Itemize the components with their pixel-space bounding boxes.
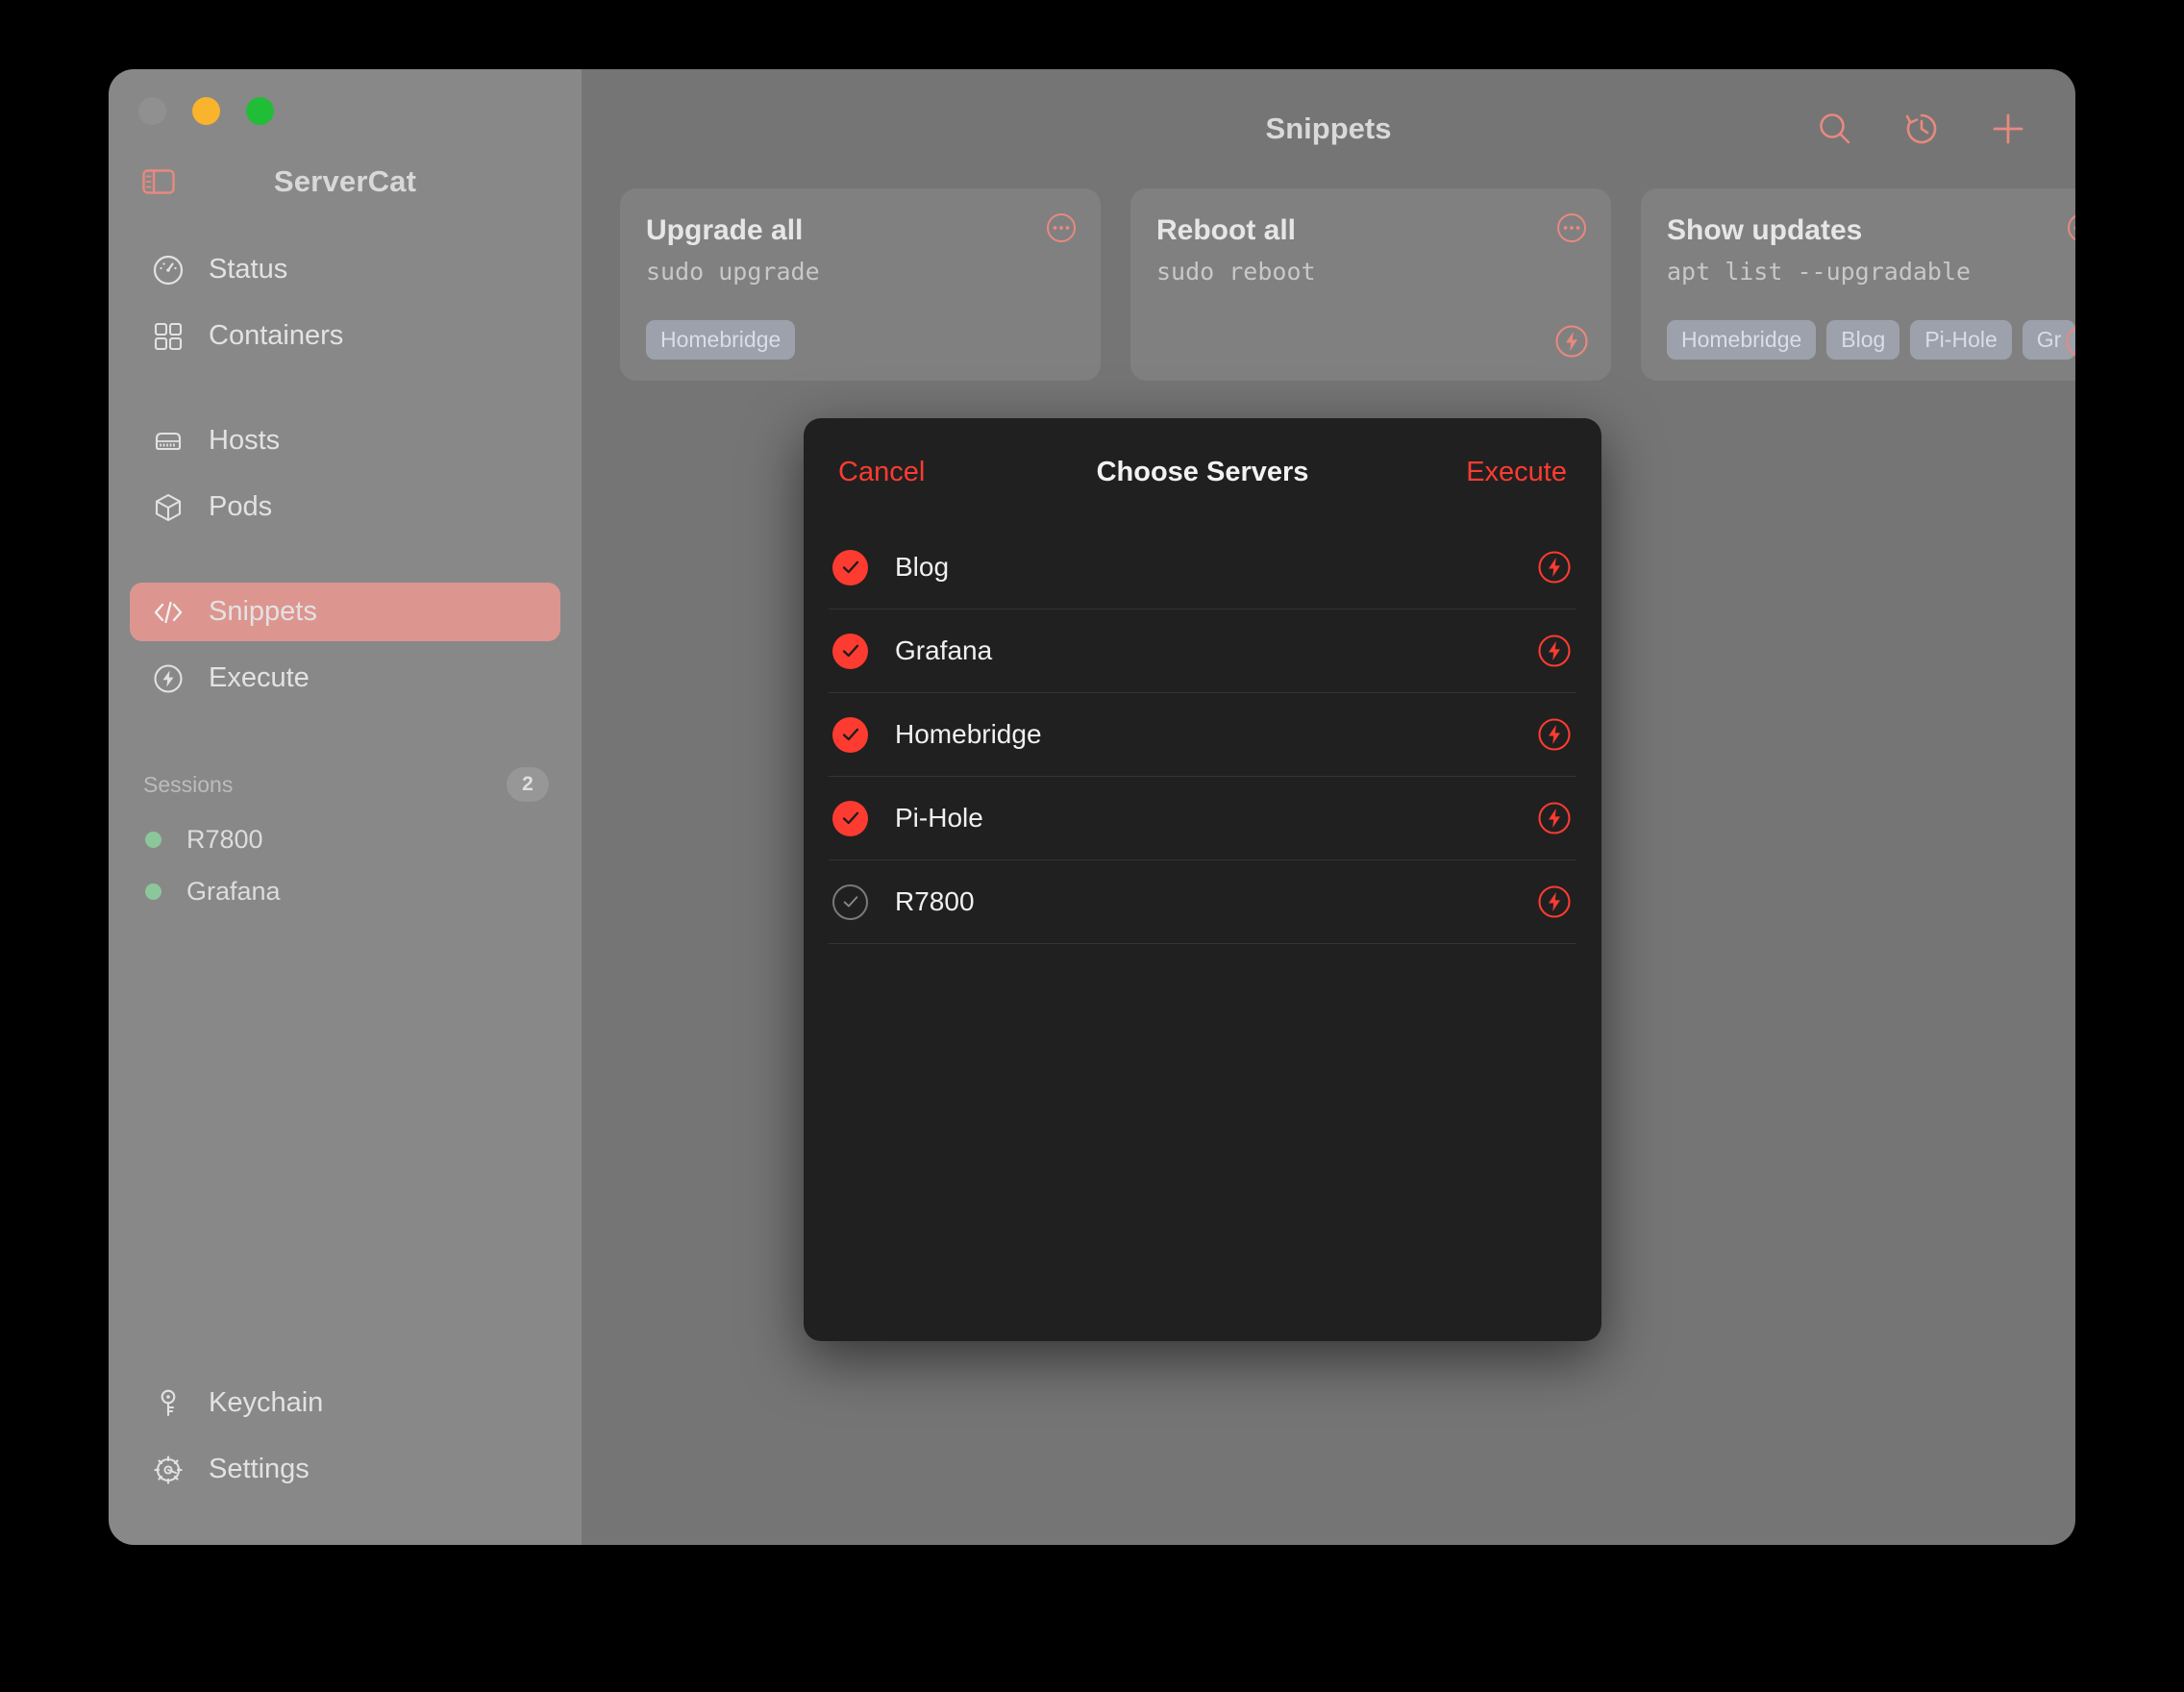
server-row[interactable]: R7800 bbox=[829, 860, 1576, 944]
bolt-circle-icon bbox=[151, 661, 186, 696]
snippet-command: apt list --upgradable bbox=[1667, 258, 1972, 286]
server-run-bolt-icon[interactable] bbox=[1536, 549, 1573, 585]
snippet-title: Reboot all bbox=[1156, 214, 1297, 246]
window-traffic-lights bbox=[109, 69, 582, 125]
checkbox-checked-icon[interactable] bbox=[832, 633, 868, 669]
choose-servers-dialog: Cancel Choose Servers Execute Blog Grafa… bbox=[804, 418, 1601, 1341]
server-run-bolt-icon[interactable] bbox=[1536, 716, 1573, 753]
plus-icon[interactable] bbox=[1987, 108, 2029, 150]
server-name: Pi-Hole bbox=[895, 803, 983, 833]
session-status-dot bbox=[145, 883, 161, 900]
snippet-tags: Homebridge Blog Pi-Hole Gr bbox=[1667, 320, 2075, 360]
app-window: ServerCat Status Containers Hosts Pods S… bbox=[109, 69, 2075, 1545]
snippet-title: Upgrade all bbox=[646, 214, 804, 246]
sidebar-nav: Status Containers Hosts Pods Snippets Ex… bbox=[109, 217, 582, 715]
close-window-button[interactable] bbox=[138, 97, 166, 125]
gear-icon bbox=[151, 1453, 186, 1487]
server-row[interactable]: Blog bbox=[829, 526, 1576, 610]
snippet-tag[interactable]: Blog bbox=[1826, 320, 1900, 360]
sidebar-item-snippets[interactable]: Snippets bbox=[130, 583, 560, 641]
minimize-window-button[interactable] bbox=[192, 97, 220, 125]
snippet-run-bolt-icon[interactable] bbox=[1553, 323, 1590, 360]
sidebar-item-label: Snippets bbox=[209, 596, 317, 627]
checkbox-checked-icon[interactable] bbox=[832, 549, 868, 585]
session-name: R7800 bbox=[186, 824, 263, 854]
app-title: ServerCat bbox=[273, 164, 417, 198]
snippet-card[interactable]: Show updates apt list --upgradable Homeb… bbox=[1641, 188, 2075, 381]
history-clock-icon[interactable] bbox=[1900, 108, 1943, 150]
sidebar-footer-nav: Keychain Settings bbox=[109, 1374, 582, 1545]
sidebar-item-label: Settings bbox=[209, 1454, 310, 1484]
grid-squares-icon bbox=[151, 319, 186, 354]
server-run-bolt-icon[interactable] bbox=[1536, 633, 1573, 669]
sidebar-item-pods[interactable]: Pods bbox=[130, 478, 560, 536]
screen: ServerCat Status Containers Hosts Pods S… bbox=[0, 0, 2184, 1692]
sidebar-item-label: Containers bbox=[209, 320, 344, 351]
server-name: R7800 bbox=[895, 886, 975, 916]
dialog-header: Cancel Choose Servers Execute bbox=[804, 418, 1601, 526]
sidebar-item-label: Pods bbox=[209, 491, 273, 522]
server-row[interactable]: Pi-Hole bbox=[829, 777, 1576, 860]
sidebar-header: ServerCat bbox=[109, 146, 582, 217]
sidebar-item-status[interactable]: Status bbox=[130, 240, 560, 299]
cube-box-icon bbox=[151, 490, 186, 525]
sidebar-item-hosts[interactable]: Hosts bbox=[130, 411, 560, 470]
snippet-card[interactable]: Reboot all sudo reboot bbox=[1130, 188, 1611, 381]
server-rack-icon bbox=[151, 424, 186, 459]
server-list: Blog Grafana Homebridge Pi-Hole R7800 bbox=[804, 526, 1601, 944]
session-item-r7800[interactable]: R7800 bbox=[109, 813, 582, 865]
checkbox-unchecked-icon[interactable] bbox=[832, 883, 868, 920]
content-topbar: Snippets bbox=[582, 69, 2075, 188]
sidebar-item-label: Hosts bbox=[209, 425, 281, 456]
server-row[interactable]: Homebridge bbox=[829, 693, 1576, 777]
execute-button[interactable]: Execute bbox=[1466, 457, 1567, 488]
sidebar-item-execute[interactable]: Execute bbox=[130, 649, 560, 708]
snippet-command: sudo reboot bbox=[1156, 258, 1316, 286]
snippet-tag[interactable]: Pi-Hole bbox=[1910, 320, 2012, 360]
snippet-command: sudo upgrade bbox=[646, 258, 820, 286]
snippet-tags: Homebridge bbox=[646, 320, 1075, 360]
snippet-card-grid: Upgrade all sudo upgrade Homebridge Rebo… bbox=[582, 188, 2075, 381]
sidebar-item-keychain[interactable]: Keychain bbox=[130, 1374, 560, 1432]
session-item-grafana[interactable]: Grafana bbox=[109, 865, 582, 917]
sidebar-item-label: Execute bbox=[209, 662, 310, 693]
session-name: Grafana bbox=[186, 876, 281, 906]
search-icon[interactable] bbox=[1814, 108, 1856, 150]
snippet-card[interactable]: Upgrade all sudo upgrade Homebridge bbox=[620, 188, 1101, 381]
sidebar: ServerCat Status Containers Hosts Pods S… bbox=[109, 69, 582, 1545]
sessions-count-badge: 2 bbox=[507, 767, 549, 802]
code-brackets-icon bbox=[151, 595, 186, 630]
server-name: Grafana bbox=[895, 635, 993, 665]
checkbox-checked-icon[interactable] bbox=[832, 800, 868, 836]
server-name: Homebridge bbox=[895, 719, 1042, 749]
server-row[interactable]: Grafana bbox=[829, 610, 1576, 693]
sidebar-item-label: Status bbox=[209, 254, 288, 285]
snippet-tag[interactable]: Homebridge bbox=[646, 320, 796, 360]
server-run-bolt-icon[interactable] bbox=[1536, 883, 1573, 920]
sidebar-item-containers[interactable]: Containers bbox=[130, 307, 560, 365]
sidebar-item-label: Keychain bbox=[209, 1387, 324, 1418]
topbar-actions bbox=[1814, 108, 2029, 150]
gauge-icon bbox=[151, 253, 186, 287]
snippet-run-bolt-icon[interactable] bbox=[2064, 323, 2075, 360]
ellipsis-circle-icon[interactable] bbox=[1555, 212, 1588, 244]
server-run-bolt-icon[interactable] bbox=[1536, 800, 1573, 836]
ellipsis-circle-icon[interactable] bbox=[2066, 212, 2075, 244]
key-icon bbox=[151, 1386, 186, 1421]
sidebar-item-settings[interactable]: Settings bbox=[130, 1440, 560, 1499]
sessions-title: Sessions bbox=[143, 771, 234, 797]
snippet-title: Show updates bbox=[1667, 214, 1863, 246]
cancel-button[interactable]: Cancel bbox=[838, 457, 925, 488]
server-name: Blog bbox=[895, 552, 950, 582]
ellipsis-circle-icon[interactable] bbox=[1045, 212, 1078, 244]
session-status-dot bbox=[145, 831, 161, 848]
sessions-header: Sessions 2 bbox=[143, 767, 549, 802]
sidebar-toggle-icon[interactable] bbox=[141, 164, 176, 199]
snippet-tag[interactable]: Homebridge bbox=[1667, 320, 1817, 360]
maximize-window-button[interactable] bbox=[246, 97, 274, 125]
checkbox-checked-icon[interactable] bbox=[832, 716, 868, 753]
